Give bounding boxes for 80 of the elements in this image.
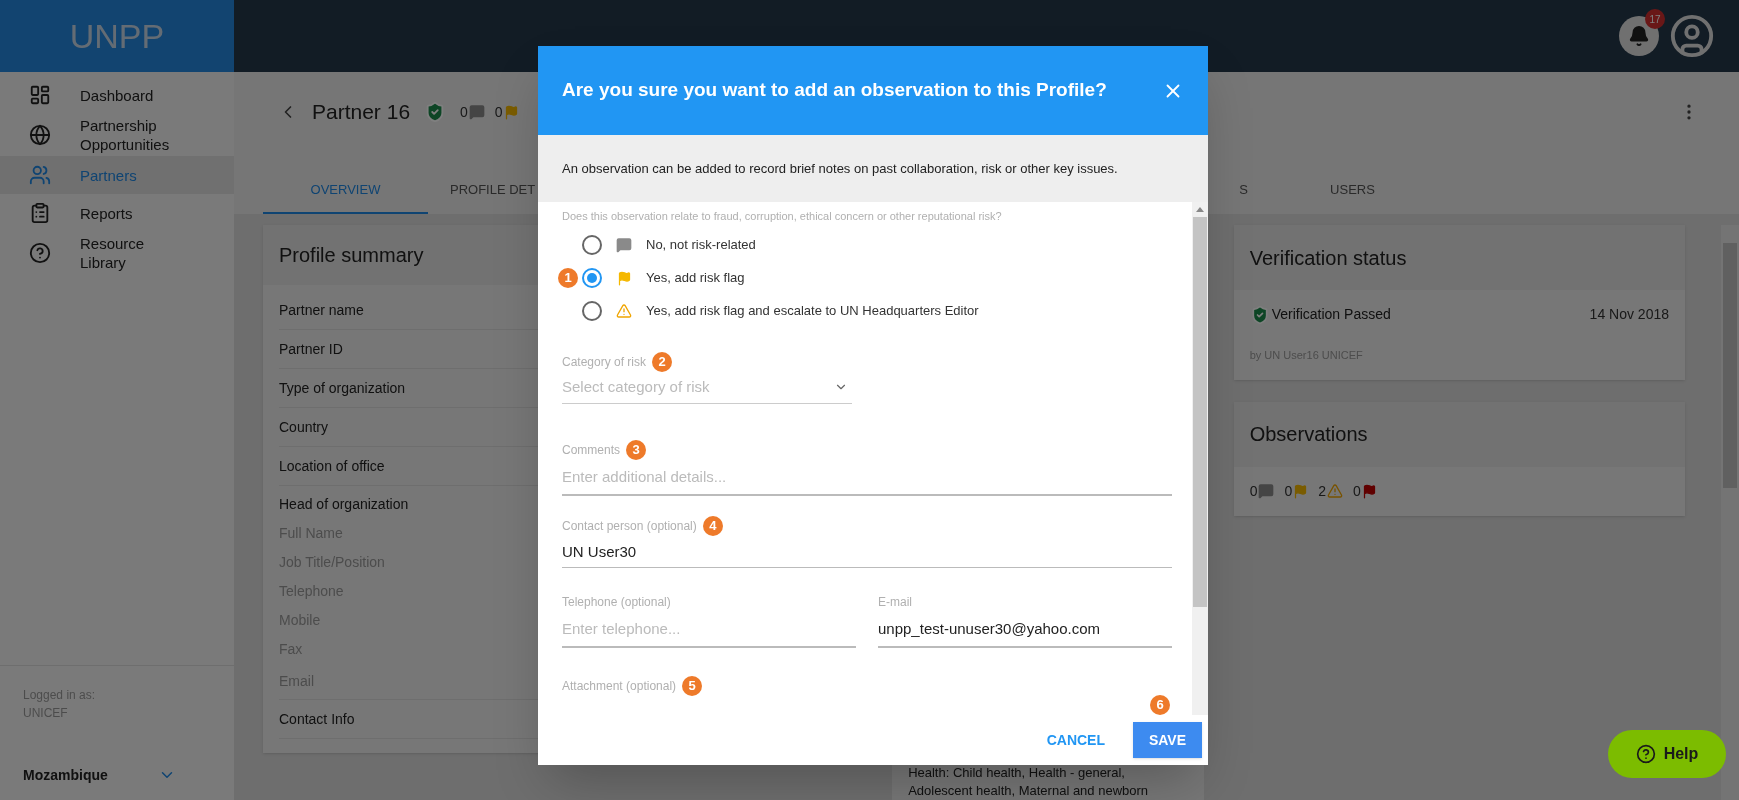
step-marker: 1 <box>558 268 578 288</box>
field-label: E-mail <box>878 593 912 611</box>
flag-icon <box>1361 483 1377 499</box>
help-icon <box>29 242 51 264</box>
dialog-intro: An observation can be added to record brief notes on past collaboration, risk or other key issues. <box>562 159 1118 178</box>
email-field[interactable]: unpp_test-unuser30@yahoo.com <box>878 611 1172 648</box>
step-marker: 3 <box>626 439 646 460</box>
field-label: Telephone (optional) <box>562 593 671 611</box>
tab[interactable]: USERS <box>1270 168 1435 214</box>
comment-icon <box>1258 483 1275 499</box>
summary-row-label: Country <box>279 417 329 437</box>
avatar-icon[interactable] <box>1669 13 1715 59</box>
scroll-up-arrow-icon[interactable] <box>1196 207 1204 212</box>
sector-text: Health: Child health, Health - general, <box>908 764 1126 782</box>
telephone-field[interactable]: Enter telephone... <box>562 611 856 648</box>
dialog-scrollbar[interactable] <box>1192 202 1208 715</box>
flag-icon <box>503 104 519 120</box>
contact-person-field[interactable]: UN User30 <box>562 535 1172 568</box>
summary-row-label: Type of organization <box>279 378 406 398</box>
save-button[interactable]: SAVE <box>1133 722 1202 758</box>
tab[interactable]: S <box>1217 168 1270 214</box>
comment-icon <box>616 237 632 253</box>
flag-icon <box>616 270 632 286</box>
summary-row-label: Partner ID <box>279 339 343 359</box>
radio-button[interactable] <box>582 301 602 321</box>
cancel-button[interactable]: CANCEL <box>1038 722 1113 758</box>
card-title: Observations <box>1249 422 1368 447</box>
warning-icon <box>1327 483 1344 499</box>
field-label: Contact person (optional) <box>562 517 697 535</box>
radio-button[interactable] <box>582 268 602 288</box>
clipboard-icon <box>29 202 51 224</box>
sector-text: Adolescent health, Maternal and newborn <box>908 782 1150 800</box>
count-value: 0 <box>460 102 468 122</box>
globe-icon <box>29 124 51 146</box>
help-icon <box>1635 744 1656 764</box>
summary-row-label: Partner name <box>279 300 364 320</box>
card-title: Verification status <box>1249 245 1407 271</box>
warning-icon <box>616 303 632 319</box>
step-marker: 6 <box>1150 695 1170 715</box>
page-scrollbar[interactable] <box>1721 225 1739 800</box>
summary-row-label: Contact Info <box>279 709 355 729</box>
option-label: No, not risk-related <box>646 236 756 255</box>
field-label: Comments <box>562 441 620 459</box>
field-label: Category of risk <box>562 353 647 371</box>
bell-icon <box>1628 25 1650 47</box>
nav-item[interactable]: Resource Library <box>0 232 234 274</box>
question-text: Does this observation relate to fraud, corruption, ethical concern or other reputational risk? <box>562 209 1003 224</box>
count-value: 0 <box>1284 481 1293 501</box>
field-label: Attachment (optional) <box>562 677 677 695</box>
option-label: Yes, add risk flag and escalate to UN Headquarters Editor <box>646 302 979 321</box>
count-value: 0 <box>494 102 503 122</box>
card-title: Profile summary <box>279 243 424 268</box>
step-marker: 2 <box>652 351 673 372</box>
nav-item[interactable]: Reports <box>0 194 234 232</box>
count-value: 0 <box>1249 481 1258 501</box>
radio-button[interactable] <box>582 235 602 255</box>
option-label: Yes, add risk flag <box>646 269 745 288</box>
partner-title: Partner 16 <box>312 99 411 126</box>
verification-date: 14 Nov 2018 <box>1589 305 1669 324</box>
dialog-title: Are you sure you want to add an observation to this Profile? <box>562 78 1108 103</box>
summary-row-label: Location of office <box>279 456 385 476</box>
count-value: 0 <box>1353 481 1361 501</box>
people-icon <box>29 164 51 186</box>
nav-item[interactable]: Partnership Opportunities <box>0 114 234 156</box>
step-marker: 4 <box>702 515 723 536</box>
notification-badge: 17 <box>1645 9 1665 29</box>
country-selector[interactable]: Mozambique <box>0 750 234 800</box>
verification-status: Verification Passed <box>1271 305 1391 324</box>
logo: UNPP <box>0 0 234 72</box>
flag-icon <box>1293 483 1309 499</box>
count-value: 2 <box>1318 481 1327 501</box>
comment-icon <box>468 104 485 120</box>
summary-row-label: Head of organization <box>279 495 409 514</box>
notifications-button[interactable] <box>1619 16 1659 56</box>
nav-item[interactable]: Dashboard <box>0 76 234 114</box>
comments-field[interactable]: Enter additional details... <box>562 459 1172 496</box>
tab[interactable]: OVERVIEW <box>263 168 428 214</box>
dashboard-icon <box>29 84 51 106</box>
help-button[interactable]: Help <box>1608 730 1726 778</box>
step-marker: 5 <box>682 675 703 696</box>
